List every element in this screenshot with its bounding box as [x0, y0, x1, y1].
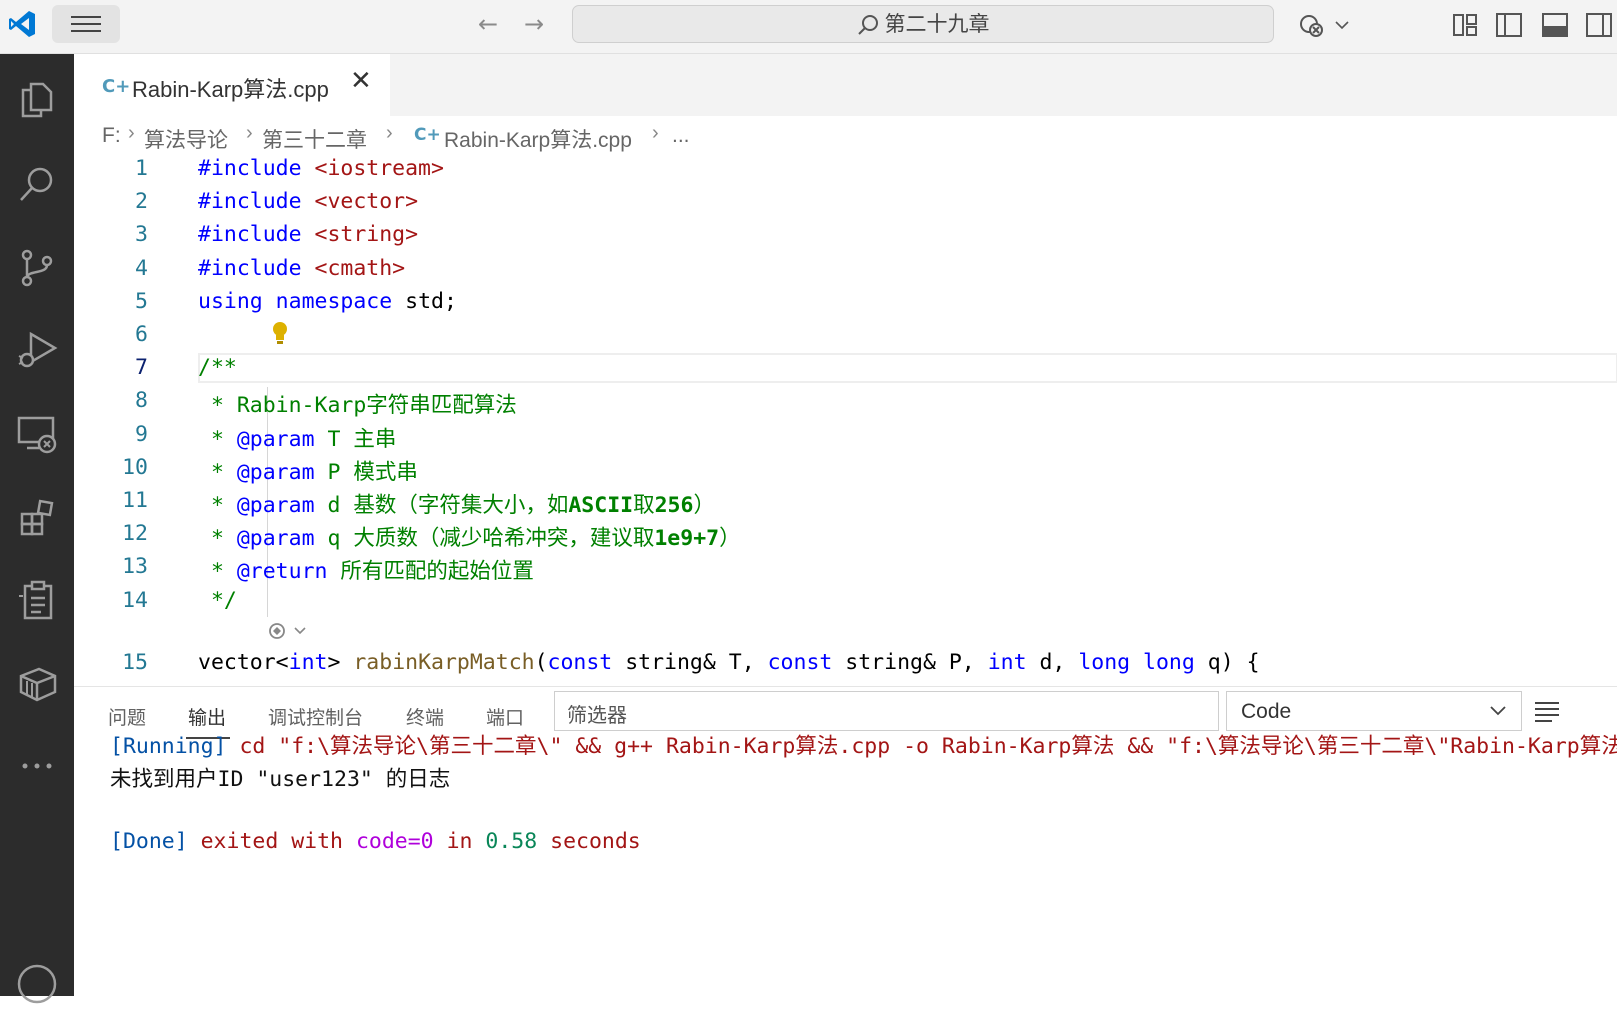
chevron-down-icon[interactable]	[1334, 10, 1350, 40]
code-line: 1 #include <iostream>	[135, 156, 444, 181]
editor-tab-bar: C+ Rabin-Karp算法.cpp ✕	[74, 54, 1617, 116]
code-line: 15 vector<int> rabinKarpMatch(const strin…	[122, 650, 1260, 675]
copilot-icon[interactable]	[1298, 10, 1334, 40]
package-icon[interactable]	[0, 654, 74, 714]
list-menu-icon[interactable]	[1534, 699, 1560, 723]
code-line: 2 #include <vector>	[135, 189, 419, 214]
hamburger-icon	[71, 16, 101, 32]
lightbulb-icon[interactable]	[270, 320, 290, 346]
close-icon[interactable]: ✕	[350, 66, 372, 96]
code-line: 13 * @return 所有匹配的起始位置	[122, 554, 534, 584]
toggle-sidebar-icon[interactable]	[1494, 10, 1524, 40]
tab-terminal[interactable]: 终端	[406, 703, 444, 730]
accounts-icon[interactable]	[0, 954, 74, 1014]
command-center-search[interactable]: 第二十九章	[572, 5, 1274, 43]
output-line: 未找到用户ID "user123" 的日志	[110, 767, 451, 792]
menu-button[interactable]	[52, 5, 120, 43]
bottom-panel: 问题 输出 调试控制台 终端 端口 筛选器 Code [Running] cd …	[74, 686, 1617, 997]
remote-explorer-icon[interactable]	[0, 404, 74, 464]
tab-ports[interactable]: 端口	[486, 703, 524, 730]
code-line: 4 #include <cmath>	[135, 256, 406, 281]
breadcrumb-folder-1[interactable]: 算法导论	[144, 124, 228, 154]
back-arrow-icon[interactable]: ←	[472, 8, 504, 40]
explorer-icon[interactable]	[0, 70, 74, 130]
output-line: [Done] exited with code=0 in 0.58 second…	[110, 829, 641, 854]
toggle-panel-icon[interactable]	[1540, 10, 1570, 40]
code-editor[interactable]: 1 #include <iostream> 2 #include <vector> …	[74, 156, 1617, 686]
chevron-right-icon: ›	[128, 122, 135, 144]
search-sidebar-icon[interactable]	[0, 154, 74, 214]
search-text: 第二十九章	[884, 12, 990, 36]
cpp-file-icon: C+	[102, 76, 131, 97]
activity-bar	[0, 54, 74, 1004]
tab-label: Rabin-Karp算法.cpp	[132, 77, 329, 102]
code-line: 5 using namespace std;	[135, 289, 457, 314]
code-line: 8 * Rabin-Karp字符串匹配算法	[135, 388, 517, 418]
code-line: 9 * @param T 主串	[135, 422, 397, 452]
chevron-right-icon: ›	[246, 122, 253, 144]
breadcrumb-folder-2[interactable]: 第三十二章	[262, 124, 367, 154]
forward-arrow-icon[interactable]: →	[518, 8, 550, 40]
code-line: 10 * @param P 模式串	[122, 455, 418, 485]
breadcrumb: F: › 算法导论 › 第三十二章 › C+ Rabin-Karp算法.cpp …	[74, 118, 1617, 156]
title-bar: ← → 第二十九章	[0, 0, 1617, 54]
customize-layout-icon[interactable]	[1450, 10, 1480, 40]
extensions-icon[interactable]	[0, 488, 74, 548]
tab-rabin-karp[interactable]: C+ Rabin-Karp算法.cpp ✕	[74, 54, 390, 116]
more-icon[interactable]	[0, 736, 74, 796]
search-icon	[857, 15, 878, 35]
vscode-logo-icon	[9, 11, 35, 37]
tab-debug-console[interactable]: 调试控制台	[268, 703, 363, 730]
sparkle-icon[interactable]	[267, 620, 309, 642]
breadcrumb-file[interactable]: Rabin-Karp算法.cpp	[444, 124, 632, 154]
breadcrumb-more[interactable]: ...	[672, 124, 690, 148]
run-debug-icon[interactable]	[0, 320, 74, 380]
code-line: 12 * @param q 大质数（减少哈希冲突，建议取1e9+7）	[122, 521, 741, 551]
code-line: 14 */	[122, 588, 237, 613]
code-line: 3 #include <string>	[135, 222, 419, 247]
tab-output[interactable]: 输出	[188, 703, 226, 730]
source-control-icon[interactable]	[0, 238, 74, 298]
chevron-right-icon: ›	[652, 122, 659, 144]
output-filter-input[interactable]: 筛选器	[554, 691, 1219, 731]
chevron-right-icon: ›	[386, 122, 393, 144]
toggle-secondary-sidebar-icon[interactable]	[1584, 10, 1614, 40]
code-line: 11 * @param d 基数（字符集大小，如ASCII取256）	[122, 488, 715, 518]
chevron-down-icon	[1490, 706, 1506, 716]
breadcrumb-drive[interactable]: F:	[102, 124, 121, 148]
output-channel-select[interactable]: Code	[1226, 691, 1522, 731]
code-line: 6	[135, 322, 148, 347]
tab-problems[interactable]: 问题	[108, 703, 146, 730]
output-line: [Running] cd "f:\算法导论\第三十二章\" && g++ Rab…	[110, 734, 1617, 759]
code-line: 7/**	[135, 355, 237, 380]
cpp-file-icon: C+	[414, 125, 441, 145]
testing-icon[interactable]	[0, 570, 74, 630]
